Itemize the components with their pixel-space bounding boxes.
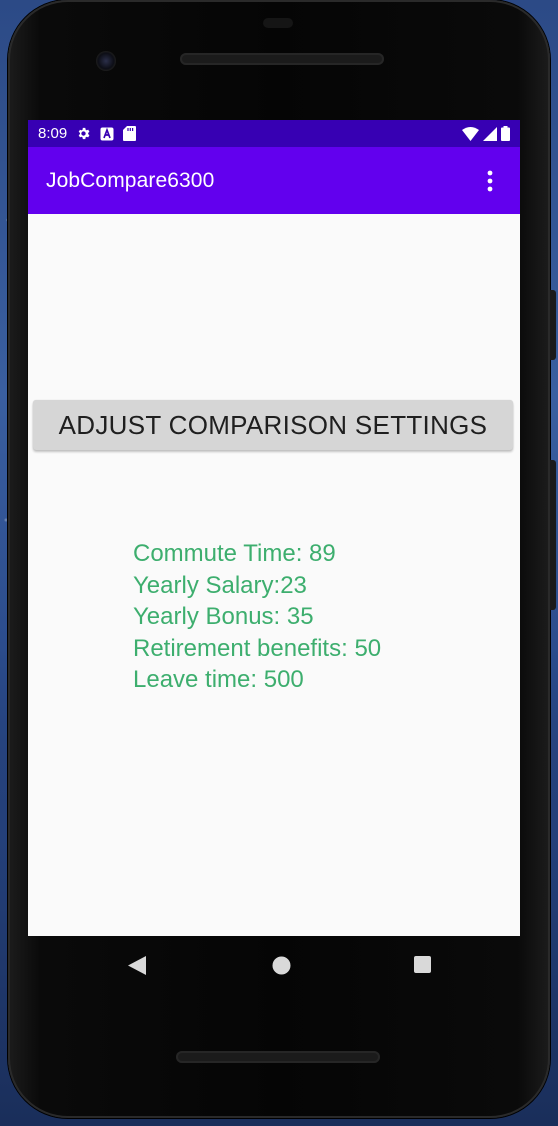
retirement-benefits-line: Retirement benefits: 50 xyxy=(133,634,382,662)
device-screen: 8:09 JobCompare6300 ADJUST COMPARISON SE… xyxy=(28,120,520,936)
comparison-settings-summary: Commute Time: 89 Yearly Salary:23 Yearly… xyxy=(133,538,381,696)
battery-icon xyxy=(501,126,510,141)
earpiece-speaker xyxy=(180,53,384,65)
volume-button[interactable] xyxy=(550,460,556,610)
more-vert-icon xyxy=(487,170,493,191)
app-title: JobCompare6300 xyxy=(46,168,215,192)
proximity-sensor xyxy=(263,18,293,28)
front-camera-icon xyxy=(96,51,116,71)
wifi-icon xyxy=(462,126,479,141)
status-bar: 8:09 xyxy=(28,120,520,147)
signal-icon xyxy=(483,126,497,141)
back-button[interactable] xyxy=(128,956,146,975)
main-content: ADJUST COMPARISON SETTINGS Commute Time:… xyxy=(28,214,520,936)
adjust-comparison-settings-button[interactable]: ADJUST COMPARISON SETTINGS xyxy=(33,400,513,450)
navigation-bar xyxy=(28,936,520,994)
back-icon xyxy=(128,956,146,975)
settings-icon xyxy=(76,126,91,141)
a-letter-icon xyxy=(100,127,114,141)
yearly-bonus-line: Yearly Bonus: 35 xyxy=(133,603,314,630)
leave-time-line: Leave time: 500 xyxy=(133,666,304,693)
status-time: 8:09 xyxy=(38,125,68,142)
app-bar: JobCompare6300 xyxy=(28,147,520,214)
overflow-menu-button[interactable] xyxy=(478,161,502,201)
power-button[interactable] xyxy=(550,290,556,360)
commute-time-line: Commute Time: 89 xyxy=(133,540,336,567)
bottom-speaker xyxy=(176,1051,380,1063)
yearly-salary-line: Yearly Salary:23 xyxy=(133,571,307,599)
home-button[interactable] xyxy=(272,956,291,975)
sd-card-icon xyxy=(123,126,137,141)
recents-button[interactable] xyxy=(414,956,431,973)
recents-icon xyxy=(414,956,431,973)
home-icon xyxy=(272,956,291,975)
